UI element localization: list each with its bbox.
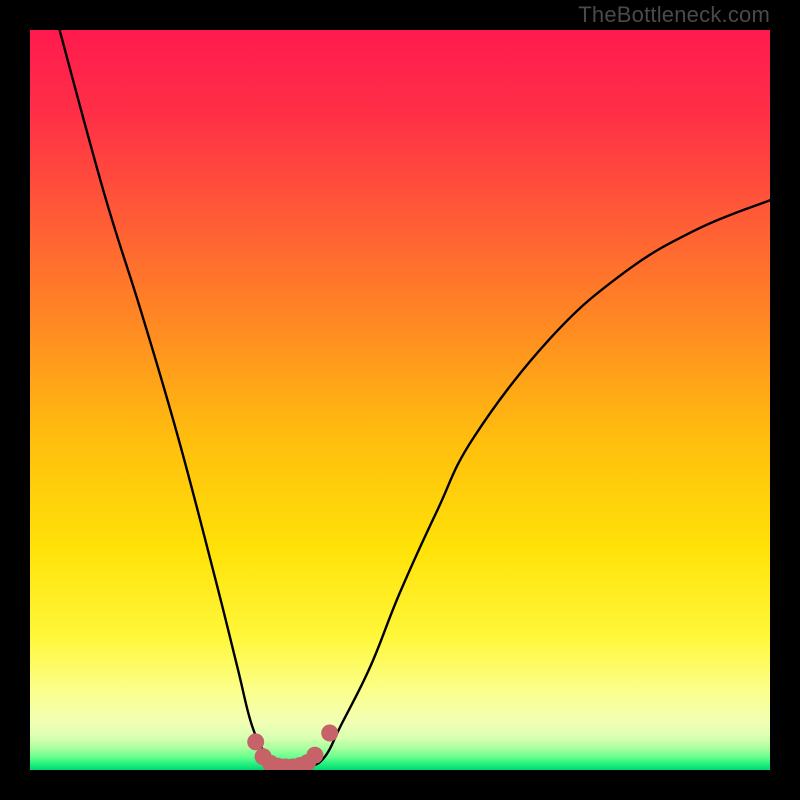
watermark-text: TheBottleneck.com — [578, 2, 770, 28]
chart-frame — [30, 30, 770, 770]
chart-background-gradient — [30, 30, 770, 770]
